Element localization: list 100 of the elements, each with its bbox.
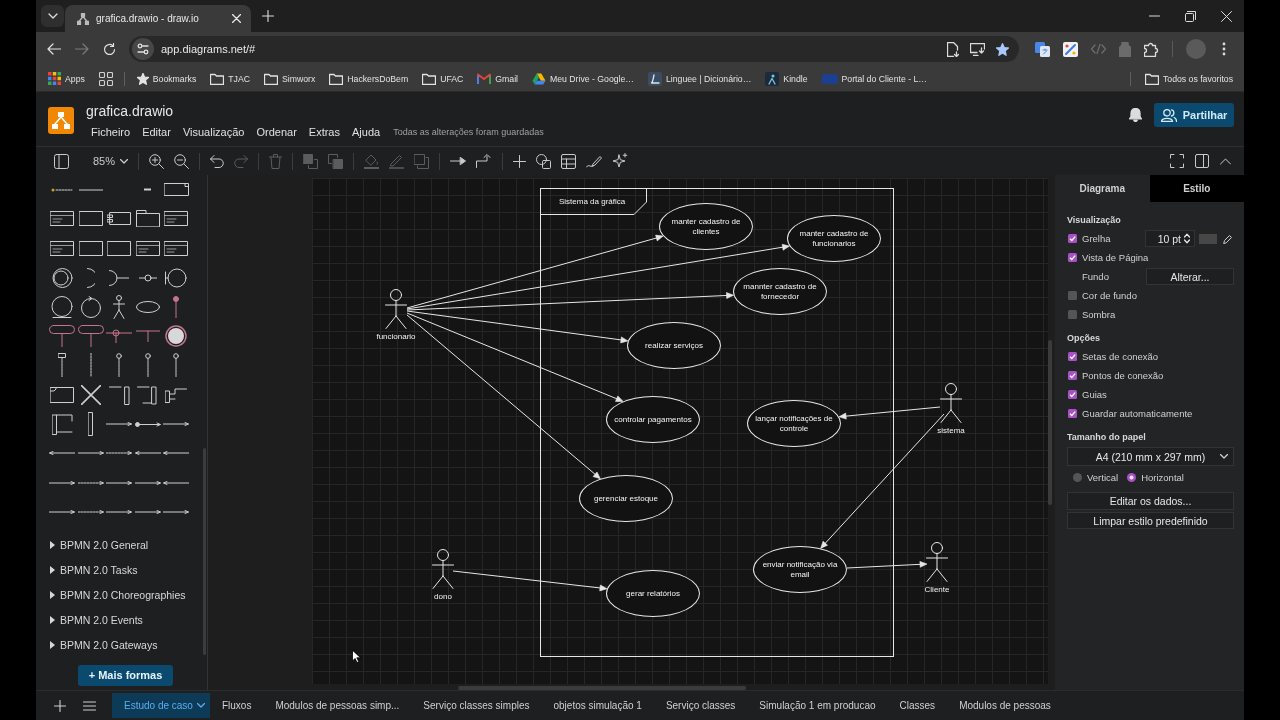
arrow-shape-icon[interactable] <box>163 451 190 456</box>
cross-shape-icon[interactable] <box>80 384 101 405</box>
checkbox[interactable] <box>1068 390 1077 399</box>
checkbox[interactable] <box>1068 409 1077 418</box>
table-icon[interactable] <box>561 153 577 169</box>
actor-shape-icon[interactable] <box>113 294 126 319</box>
bookmark-link[interactable]: Linguee | Dicionário… <box>648 71 752 86</box>
checkbox[interactable] <box>1068 352 1077 361</box>
lifeline-shape-icon[interactable] <box>144 353 151 378</box>
checkbox[interactable] <box>1068 310 1077 319</box>
arrow-shape-icon[interactable] <box>106 422 133 426</box>
tab-search-button[interactable] <box>41 5 64 27</box>
rectangle-shape-icon[interactable] <box>78 240 103 256</box>
rectangle-shape-icon[interactable] <box>107 240 132 256</box>
share-button[interactable]: Partilhar <box>1154 103 1234 127</box>
bookmark-link[interactable]: Kindle <box>765 71 808 86</box>
radio-button[interactable] <box>1127 472 1137 482</box>
boundary-shape-icon[interactable] <box>165 267 188 288</box>
arrow-shape-icon[interactable] <box>49 451 76 456</box>
connector-arrow-icon[interactable] <box>450 156 467 166</box>
menu-item[interactable]: Ordenar <box>250 126 303 138</box>
pin-shape-icon[interactable] <box>173 295 180 318</box>
undo-icon[interactable] <box>210 154 225 168</box>
menu-icon[interactable] <box>83 700 96 711</box>
lifeline-shape-icon[interactable] <box>58 353 67 378</box>
menu-item[interactable]: Visualização <box>176 126 251 138</box>
elbow-connector-icon[interactable] <box>476 154 493 168</box>
text-shape-icon[interactable] <box>144 188 152 192</box>
checkbox[interactable] <box>1068 291 1077 300</box>
class-shape-icon[interactable] <box>50 211 75 227</box>
bookmark-link[interactable]: UFAC <box>422 72 464 85</box>
library-header[interactable]: BPMN 2.0 Choreographies <box>36 582 186 608</box>
lifeline-shape-icon[interactable] <box>116 353 123 378</box>
page-tab[interactable]: Serviço classes simples <box>411 693 542 718</box>
fork-shape-icon[interactable] <box>106 329 133 344</box>
address-field[interactable]: app.diagrams.net/# <box>129 36 1019 62</box>
panel-icon[interactable] <box>54 153 69 169</box>
eyedropper-icon[interactable] <box>1223 233 1233 244</box>
panel-button[interactable]: Editar os dados... <box>1067 492 1234 510</box>
reload-icon[interactable] <box>103 42 116 56</box>
menu-item[interactable]: Editar <box>136 126 177 138</box>
arrow-shape-icon[interactable] <box>134 421 161 427</box>
page-tab[interactable]: Estudo de caso <box>112 693 210 718</box>
sparkle-icon[interactable] <box>612 153 629 169</box>
checkbox-label[interactable]: Grelha <box>1082 233 1111 244</box>
page-tab[interactable]: Serviço classes <box>653 693 748 718</box>
menu-item[interactable]: Ficheiro <box>85 126 137 138</box>
page-tab[interactable]: Simulação 1 em producao <box>747 693 888 718</box>
arrow-shape-icon[interactable] <box>134 451 161 456</box>
radio-label[interactable]: Horizontal <box>1141 471 1184 483</box>
bookmark-link[interactable]: Todos os favoritos <box>1144 72 1233 85</box>
dashed-arrow-shape-icon[interactable] <box>77 509 104 514</box>
checkbox-label[interactable]: Guias <box>1082 389 1107 400</box>
class-shape-icon[interactable] <box>164 240 189 256</box>
arrow-shape-icon[interactable] <box>134 480 161 485</box>
class-shape-icon[interactable] <box>164 211 189 227</box>
bracket-shape-icon[interactable] <box>108 384 130 405</box>
more-shapes-button[interactable]: + Mais formas <box>78 664 173 686</box>
more-icon[interactable] <box>1222 42 1226 56</box>
page-tab[interactable]: objetos simulação 1 <box>541 693 654 718</box>
change-button[interactable]: Alterar... <box>1146 268 1234 285</box>
arrow-shape-icon[interactable] <box>163 422 190 426</box>
component-shape-icon[interactable] <box>107 212 132 226</box>
bookmark-link[interactable]: HackersDoBem <box>329 72 409 85</box>
page-tab[interactable]: Modulos de pessoas <box>947 693 1063 718</box>
freehand-icon[interactable] <box>586 153 603 169</box>
stepper-icon[interactable] <box>1184 233 1190 244</box>
library-header[interactable]: BPMN 2.0 Tasks <box>36 557 138 583</box>
entity-shape-icon[interactable] <box>51 295 74 318</box>
chevron-up-icon[interactable] <box>1220 157 1231 165</box>
plus-icon[interactable] <box>262 10 274 22</box>
file-name[interactable]: grafica.drawio <box>86 102 544 120</box>
arrow-shape-icon[interactable] <box>106 509 133 514</box>
lifeline-shape-icon[interactable] <box>173 353 180 378</box>
bookmark-link[interactable]: Simworx <box>264 72 316 85</box>
bookmark-link[interactable]: Portal do Cliente - L… <box>821 73 927 84</box>
bookmark-link[interactable]: Apps <box>48 72 85 85</box>
class-shape-icon[interactable] <box>135 240 160 256</box>
bell-icon[interactable] <box>1129 108 1142 122</box>
arrow-shape-icon[interactable] <box>134 509 161 514</box>
bookmark-link[interactable]: Gmail <box>477 73 518 84</box>
bracket-shape-icon[interactable] <box>137 384 159 405</box>
menu-item[interactable]: Ajuda <box>346 126 387 138</box>
zoom-dropdown[interactable]: 85% <box>93 155 129 167</box>
zoom-in-icon[interactable] <box>149 153 165 169</box>
arrow-shape-icon[interactable] <box>163 480 190 485</box>
zoom-out-icon[interactable] <box>174 153 190 169</box>
arrow-shape-icon[interactable] <box>163 509 190 514</box>
radio-label[interactable]: Vertical <box>1087 471 1119 483</box>
bookmark-link[interactable]: TJAC <box>210 72 250 85</box>
star-icon[interactable] <box>996 42 1009 56</box>
package-shape-icon[interactable] <box>135 210 160 228</box>
format-panel-icon[interactable] <box>1195 154 1209 168</box>
dashed-arrow-shape-icon[interactable] <box>106 451 133 456</box>
bookmark-link[interactable]: Bookmarks <box>136 72 197 85</box>
fullscreen-icon[interactable] <box>1170 154 1184 168</box>
restore-icon[interactable] <box>1184 10 1196 22</box>
checkbox-label[interactable]: Cor de fundo <box>1082 290 1137 301</box>
library-header[interactable]: BPMN 2.0 General <box>36 532 149 558</box>
page-tab[interactable]: Modulos de pessoas simp... <box>263 693 412 718</box>
